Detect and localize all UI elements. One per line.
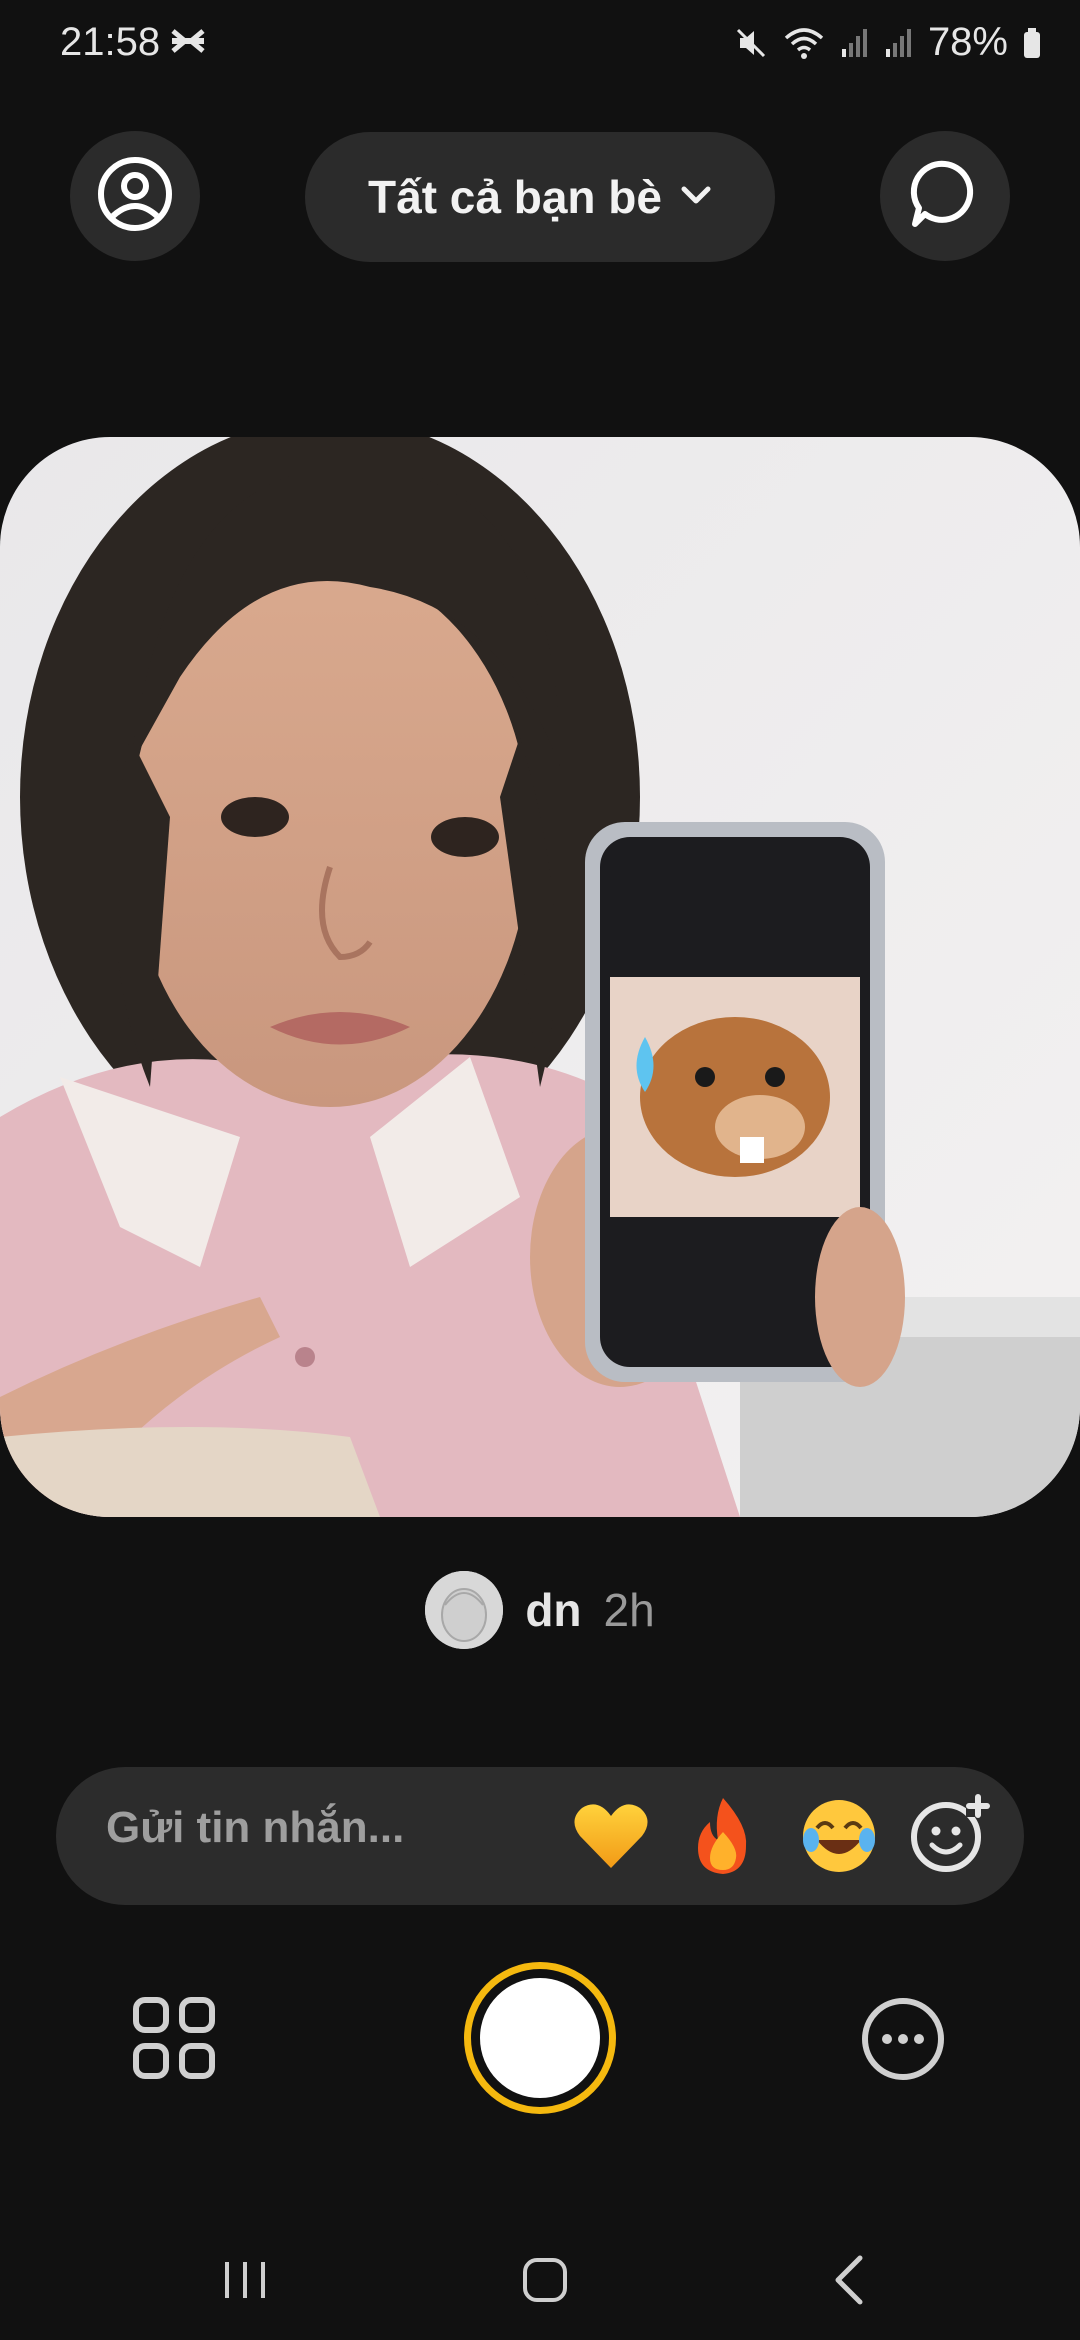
status-time: 21:58 [60, 20, 161, 64]
status-time-group: 21:58 [60, 20, 206, 65]
post-author[interactable]: dn 2h [0, 1570, 1080, 1650]
mute-icon [734, 26, 768, 60]
reaction-fire-button[interactable] [680, 1793, 766, 1879]
home-icon [515, 2258, 575, 2314]
more-icon [860, 1998, 946, 2086]
chevron-down-icon [680, 184, 712, 211]
capcut-icon [170, 20, 206, 65]
recent-apps-icon [215, 2262, 275, 2314]
back-icon [820, 2255, 880, 2314]
grid-icon [132, 1997, 216, 2084]
friends-filter-label: Tất cả bạn bè [368, 171, 662, 223]
profile-icon [97, 156, 173, 237]
battery-text: 78% [927, 20, 1008, 64]
status-icons: 78% [734, 20, 1042, 65]
post-time: 2h [603, 1584, 655, 1636]
post-photo[interactable] [0, 437, 1080, 1517]
reaction-laugh-button[interactable] [796, 1793, 882, 1879]
author-name[interactable]: dn [525, 1583, 581, 1637]
grid-view-button[interactable] [132, 1996, 216, 2080]
home-button[interactable] [515, 2250, 575, 2310]
add-reaction-button[interactable] [906, 1792, 992, 1880]
signal-icon-2 [884, 27, 914, 59]
message-input[interactable]: Gửi tin nhắn... [106, 1803, 404, 1853]
profile-button[interactable] [70, 131, 200, 261]
more-options-button[interactable] [860, 1996, 946, 2082]
chat-icon [909, 158, 981, 235]
back-button[interactable] [820, 2250, 880, 2310]
wifi-icon [782, 26, 826, 60]
system-nav-bar [0, 2220, 1080, 2330]
status-bar: 21:58 78% [0, 0, 1080, 90]
capture-button[interactable] [464, 1962, 616, 2114]
friends-filter-dropdown[interactable]: Tất cả bạn bè [305, 132, 775, 262]
chat-button[interactable] [880, 131, 1010, 261]
recent-apps-button[interactable] [215, 2250, 275, 2310]
reaction-heart-button[interactable] [568, 1793, 654, 1879]
capture-button-inner [480, 1978, 600, 2098]
add-emoji-icon [908, 1792, 990, 1880]
avatar[interactable] [425, 1571, 504, 1649]
signal-icon [840, 27, 870, 59]
battery-icon [1022, 27, 1042, 59]
message-bar[interactable]: Gửi tin nhắn... [56, 1767, 1024, 1905]
